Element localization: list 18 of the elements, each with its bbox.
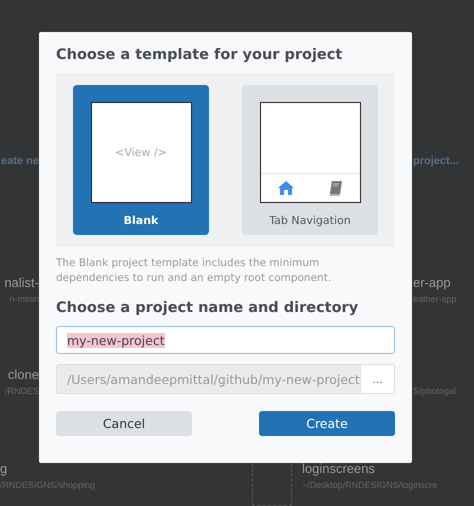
dialog-heading: Choose a template for your project [56, 47, 344, 63]
book-icon [329, 180, 342, 196]
section-heading: Choose a project name and directory [56, 300, 360, 316]
cancel-button[interactable]: Cancel [56, 411, 192, 436]
create-button[interactable]: Create [259, 411, 395, 436]
template-description: The Blank project template includes the minimum dependencies to run and an empty root component. [56, 256, 332, 286]
project-name-field[interactable]: my-new-project [56, 326, 395, 354]
project-name[interactable]: clone [4, 366, 39, 384]
project-name[interactable]: nalist- [4, 274, 39, 292]
project-name[interactable]: er-app [413, 274, 457, 292]
template-card[interactable]: Tab Navigation [242, 85, 378, 235]
link[interactable]: project... [413, 155, 459, 167]
template-card[interactable]: <View /> Blank [73, 85, 209, 235]
project-name[interactable]: loginscreens [302, 460, 438, 478]
home-icon [278, 181, 294, 195]
preview-text: <View /> [115, 146, 167, 159]
project-name[interactable]: g [0, 460, 96, 478]
link[interactable]: eate ne [1, 155, 39, 167]
